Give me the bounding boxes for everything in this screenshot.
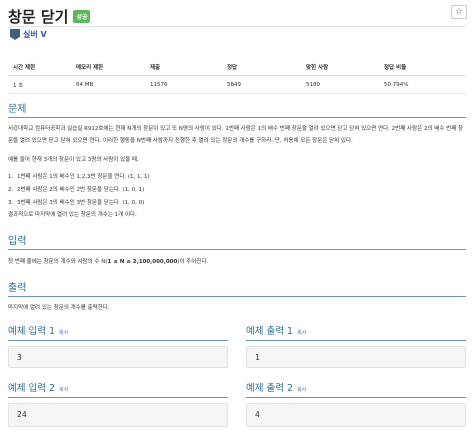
sample-input-2-box[interactable]: 24 — [8, 403, 228, 427]
input-description: 첫 번째 줄에는 창문의 개수와 사람의 수 N(1 ≤ N ≤ 2,100,0… — [8, 259, 209, 265]
info-value-cell: 50.794% — [379, 75, 466, 94]
copy-button[interactable]: 복사 — [59, 386, 68, 393]
star-icon[interactable]: ☆ — [451, 5, 467, 19]
problem-example-intro: 예를 들어 현재 3개의 창문이 있고 3명의 사람이 있을 때, — [8, 157, 139, 163]
problem-page: 창문 닫기 성공 ☆ 실버 V 시간 제한 메모리 제한 제출 정답 맞힌 사람… — [0, 0, 474, 434]
sample-output-2-title: 예제 출력 2 복사 — [246, 383, 307, 394]
list-item: 2. 2번째 사람은 2의 배수인 2번 창문을 닫는다. (1, 0, 1) — [8, 187, 145, 193]
info-value-cell: 64 MB — [71, 75, 145, 94]
copy-button[interactable]: 복사 — [297, 329, 306, 336]
output-section-divider — [8, 296, 466, 297]
sample-input-1-title: 예제 입력 1 복사 — [8, 326, 69, 337]
problem-steps-list: 1. 1번째 사람은 1의 배수인 1,2,3번 창문을 연다. (1, 1, 1… — [8, 171, 150, 210]
problem-conclusion: 결과적으로 마지막에 열려 있는 창문의 개수는 1개 이다. — [8, 212, 137, 218]
list-item: 1. 1번째 사람은 1의 배수인 1,2,3번 창문을 연다. (1, 1, 1… — [8, 174, 150, 180]
input-constraint: 1 ≤ N ≤ 2,100,000,000 — [107, 259, 178, 265]
info-header-cell: 메모리 제한 — [71, 59, 145, 76]
info-header-cell: 정답 — [222, 59, 301, 76]
problem-section-title: 문제 — [8, 104, 27, 115]
sample-output-2-divider — [246, 397, 466, 398]
copy-button[interactable]: 복사 — [297, 386, 306, 393]
sample-input-2-divider — [8, 397, 228, 398]
title-divider — [8, 26, 466, 27]
tier-link[interactable]: 실버 V — [10, 29, 47, 40]
info-value-cell[interactable]: 11576 — [145, 75, 222, 94]
input-section-divider — [8, 249, 466, 250]
info-header-cell: 제출 — [145, 59, 222, 76]
info-header-cell: 맞힌 사람 — [301, 59, 379, 76]
info-header-cell: 시간 제한 — [8, 59, 71, 76]
sample-output-2-box[interactable]: 4 — [246, 403, 466, 427]
problem-section-divider — [8, 117, 466, 118]
info-value-cell: 1 초 — [8, 75, 71, 94]
list-item: 3. 3번째 사람은 3의 배수인 3번 창문을 닫는다. (1, 0, 0) — [8, 200, 145, 206]
input-section-title: 입력 — [8, 236, 27, 247]
info-value-cell[interactable]: 5849 — [222, 75, 301, 94]
info-value-cell[interactable]: 5180 — [301, 75, 379, 94]
sample-input-2-title: 예제 입력 2 복사 — [8, 383, 69, 394]
copy-button[interactable]: 복사 — [59, 329, 68, 336]
problem-info-table: 시간 제한 메모리 제한 제출 정답 맞힌 사람 정답 비율 1 초 64 MB… — [8, 59, 466, 94]
info-value-row: 1 초 64 MB 11576 5849 5180 50.794% — [8, 75, 466, 94]
info-header-row: 시간 제한 메모리 제한 제출 정답 맞힌 사람 정답 비율 — [8, 59, 466, 76]
tier-label: 실버 V — [23, 30, 47, 39]
sample-input-1-box[interactable]: 3 — [8, 346, 228, 368]
tier-shield-icon — [10, 29, 20, 40]
info-header-cell: 정답 비율 — [379, 59, 466, 76]
output-description: 마지막에 열려 있는 창문의 개수를 출력한다. — [8, 305, 110, 311]
problem-description: 서강대학교 컴퓨터공학과 실습실 R912호에는 현재 N개의 창문이 있고 또… — [8, 126, 464, 144]
output-section-title: 출력 — [8, 283, 27, 294]
sample-output-1-divider — [246, 340, 466, 341]
sample-output-1-box[interactable]: 1 — [246, 346, 466, 368]
title-row: 창문 닫기 성공 — [8, 6, 91, 27]
problem-title: 창문 닫기 — [8, 8, 69, 26]
status-badge: 성공 — [73, 10, 91, 23]
sample-output-1-title: 예제 출력 1 복사 — [246, 326, 307, 337]
sample-input-1-divider — [8, 340, 228, 341]
